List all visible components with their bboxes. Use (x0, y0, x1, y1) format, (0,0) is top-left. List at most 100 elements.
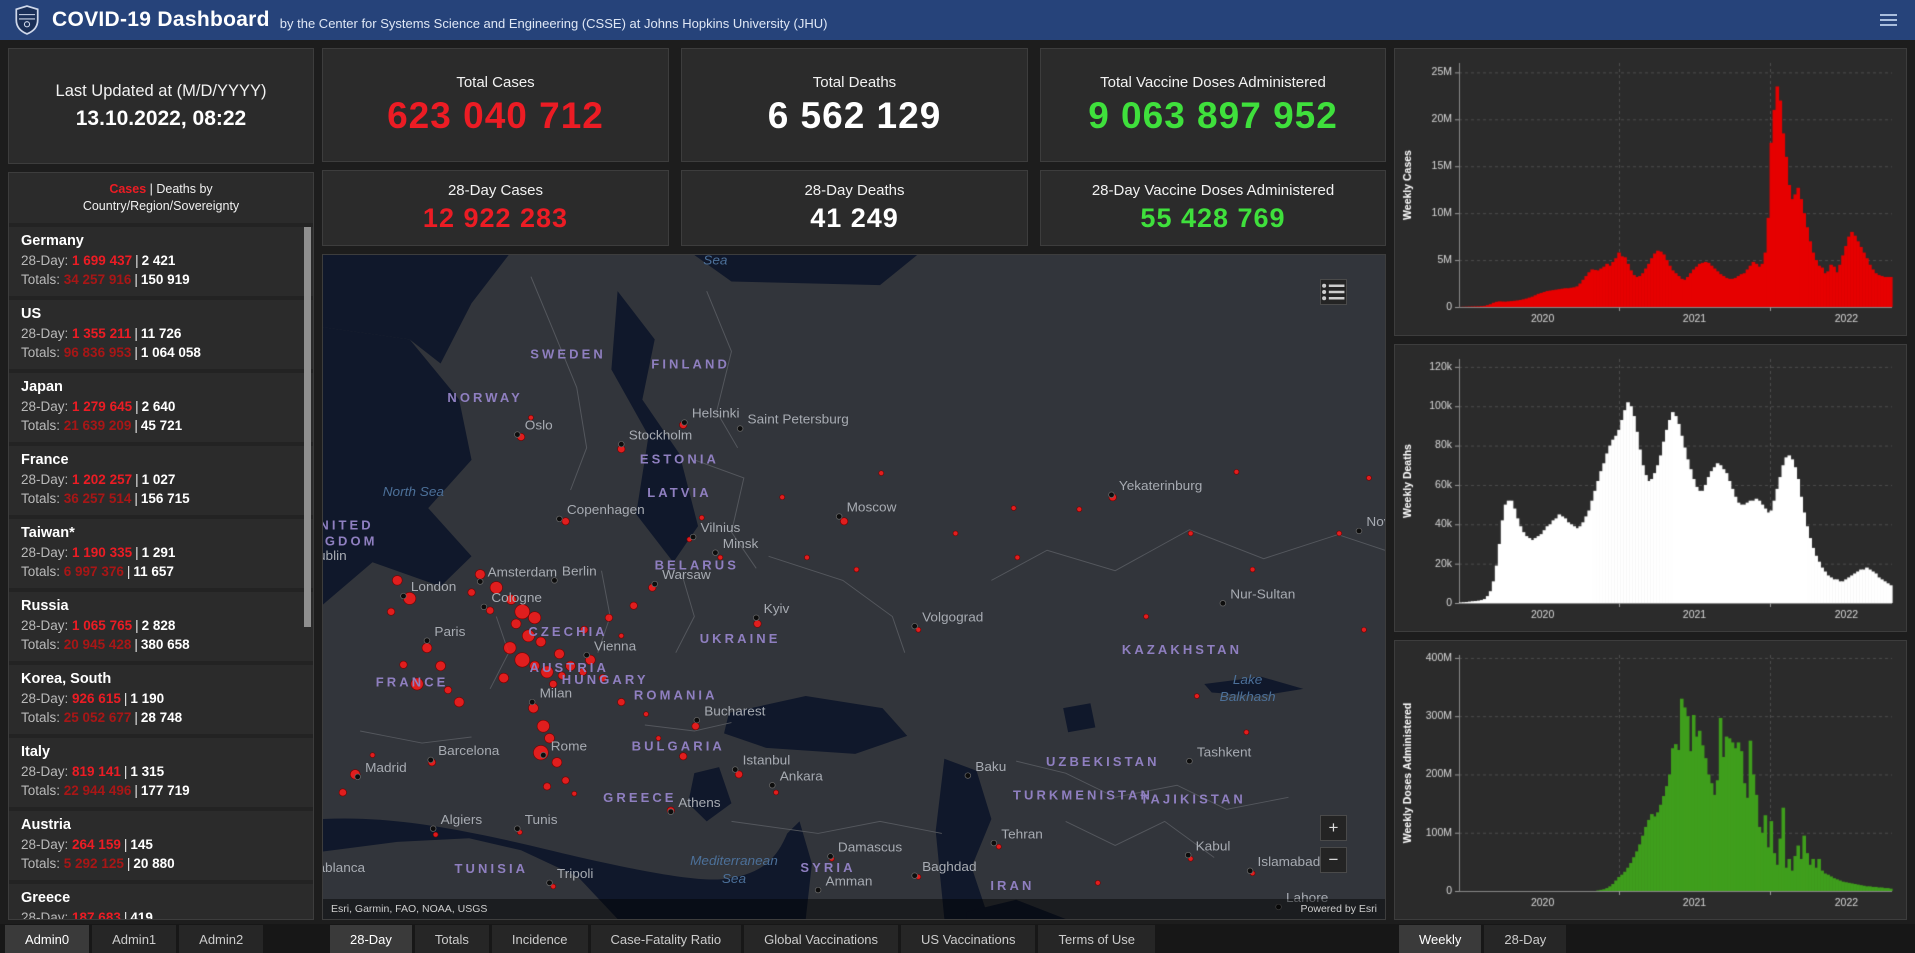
tab-totals[interactable]: Totals (414, 925, 489, 953)
map-city-label: Nur-Sultan (1230, 587, 1295, 602)
case-cluster-dot[interactable] (773, 789, 779, 796)
map-zoom-out-button[interactable]: − (1320, 847, 1347, 873)
city-dot (429, 825, 437, 832)
tab-case-fatality-ratio[interactable]: Case-Fatality Ratio (590, 925, 742, 953)
city-dot (814, 886, 822, 894)
list-scrollbar[interactable] (304, 227, 311, 627)
case-cluster-dot[interactable] (878, 470, 885, 476)
case-cluster-dot[interactable] (779, 494, 785, 500)
case-cluster-dot[interactable] (533, 745, 549, 761)
case-cluster-dot[interactable] (453, 696, 465, 708)
case-cluster-dot[interactable] (840, 517, 849, 526)
case-cluster-dot[interactable] (554, 648, 565, 660)
list-item[interactable]: Japan 28-Day: 1 279 645 | 2 640 Totals: 21 6… (9, 373, 313, 442)
case-cluster-dot[interactable] (804, 554, 810, 561)
case-cluster-dot[interactable] (421, 642, 433, 653)
tab-admin1[interactable]: Admin1 (92, 925, 177, 953)
case-cluster-dot[interactable] (1336, 530, 1342, 537)
case-cluster-dot[interactable] (432, 831, 439, 838)
city-dot (736, 425, 744, 432)
case-cluster-dot[interactable] (551, 757, 563, 768)
list-item[interactable]: Austria 28-Day: 264 159 | 145 Totals: 5 292 … (9, 811, 313, 880)
case-cluster-dot[interactable] (486, 606, 495, 615)
map-city-label: Milan (540, 685, 573, 700)
case-cluster-dot[interactable] (528, 611, 542, 625)
case-cluster-dot[interactable] (1243, 729, 1250, 735)
list-item[interactable]: Italy 28-Day: 819 141 | 1 315 Totals: 22 944… (9, 738, 313, 807)
map-legend-button[interactable] (1320, 279, 1347, 305)
case-cluster-dot[interactable] (1187, 530, 1194, 537)
list-item[interactable]: Taiwan* 28-Day: 1 190 335 | 1 291 Totals: 6 … (9, 519, 313, 588)
case-cluster-dot[interactable] (571, 790, 578, 797)
city-dot (731, 766, 739, 773)
country-totals-row: Totals: 6 997 376 | 11 657 (21, 564, 174, 579)
case-cluster-dot[interactable] (1076, 506, 1083, 512)
map-city-label: Warsaw (662, 567, 711, 582)
case-cluster-dot[interactable] (691, 722, 700, 731)
list-item[interactable]: US 28-Day: 1 355 211 | 11 726 Totals: 96 836… (9, 300, 313, 369)
map-sea-label: Mediterranean (690, 853, 778, 868)
case-cluster-dot[interactable] (853, 566, 860, 573)
list-item[interactable]: Russia 28-Day: 1 065 765 | 2 828 Totals: 20 … (9, 592, 313, 661)
case-cluster-dot[interactable] (1194, 693, 1200, 699)
case-cluster-dot[interactable] (1095, 880, 1101, 886)
case-cluster-dot[interactable] (561, 776, 570, 785)
country-list-panel: Cases | Deaths by Country/Region/Soverei… (8, 172, 314, 920)
case-cluster-dot[interactable] (604, 613, 613, 622)
case-cluster-dot[interactable] (392, 575, 403, 586)
case-cluster-dot[interactable] (503, 641, 517, 655)
case-cluster-dot[interactable] (996, 843, 1002, 850)
case-cluster-dot[interactable] (643, 711, 649, 717)
tab-incidence[interactable]: Incidence (491, 925, 588, 953)
case-cluster-dot[interactable] (1249, 566, 1256, 573)
country-totals-row: Totals: 21 639 209 | 45 721 (21, 418, 183, 433)
last-updated-label: Last Updated at (M/D/YYYY) (55, 81, 267, 100)
case-cluster-dot[interactable] (1233, 469, 1240, 475)
case-cluster-dot[interactable] (1010, 505, 1017, 511)
case-cluster-dot[interactable] (498, 672, 509, 684)
map-city-label: Oslo (525, 418, 553, 433)
case-cluster-dot[interactable] (679, 752, 688, 761)
tab-admin2[interactable]: Admin2 (179, 925, 264, 953)
case-cluster-dot[interactable] (369, 752, 376, 758)
world-map[interactable]: UNITEDKINGDOM NORWAY SWEDEN FINLAND ESTONIA L… (322, 254, 1386, 920)
country-28day-row: 28-Day: 264 159 | 145 (21, 837, 153, 852)
list-item[interactable]: Korea, South 28-Day: 926 615 | 1 190 Totals:… (9, 665, 313, 734)
tab-28-day[interactable]: 28-Day (330, 925, 412, 953)
page-title: COVID-19 Dashboard (52, 8, 270, 31)
tab-28-day[interactable]: 28-Day (1484, 925, 1567, 953)
case-cluster-dot[interactable] (952, 530, 959, 537)
hamburger-menu-icon[interactable] (1876, 10, 1901, 30)
case-cluster-dot[interactable] (399, 660, 408, 669)
case-cluster-dot[interactable] (474, 569, 486, 580)
day28-deaths-label: 28-Day Deaths (804, 182, 905, 199)
list-item[interactable]: Greece28-Day: 187 683|419Totals: 5 026 4… (9, 884, 313, 919)
tab-weekly[interactable]: Weekly (1399, 925, 1482, 953)
tab-us-vaccinations[interactable]: US Vaccinations (901, 925, 1036, 953)
case-cluster-dot[interactable] (387, 607, 396, 616)
map-city-label: Yekaterinburg (1119, 478, 1202, 493)
list-item[interactable]: France 28-Day: 1 202 257 | 1 027 Totals: 36 … (9, 446, 313, 515)
case-cluster-dot[interactable] (514, 604, 531, 620)
chart-panel-weekly-cases (1394, 48, 1907, 336)
case-cluster-dot[interactable] (1143, 613, 1149, 620)
case-cluster-dot[interactable] (1366, 475, 1372, 481)
case-cluster-dot[interactable] (467, 588, 476, 597)
tab-admin0[interactable]: Admin0 (5, 925, 90, 953)
case-cluster-dot[interactable] (514, 652, 531, 668)
case-cluster-dot[interactable] (338, 788, 347, 797)
list-item[interactable]: Germany 28-Day: 1 699 437 | 2 421 Totals: 34… (9, 227, 313, 296)
case-cluster-dot[interactable] (435, 660, 446, 672)
tab-terms-of-use[interactable]: Terms of Use (1038, 925, 1156, 953)
case-cluster-dot[interactable] (510, 618, 522, 629)
case-cluster-dot[interactable] (753, 619, 762, 628)
case-cluster-dot[interactable] (543, 782, 552, 791)
case-cluster-dot[interactable] (1014, 554, 1021, 561)
case-cluster-dot[interactable] (536, 719, 550, 733)
map-zoom-in-button[interactable]: + (1320, 815, 1347, 841)
case-cluster-dot[interactable] (629, 601, 638, 610)
case-cluster-dot[interactable] (561, 517, 570, 526)
case-cluster-dot[interactable] (1361, 627, 1367, 633)
tab-global-vaccinations[interactable]: Global Vaccinations (744, 925, 899, 953)
case-cluster-dot[interactable] (617, 698, 626, 707)
